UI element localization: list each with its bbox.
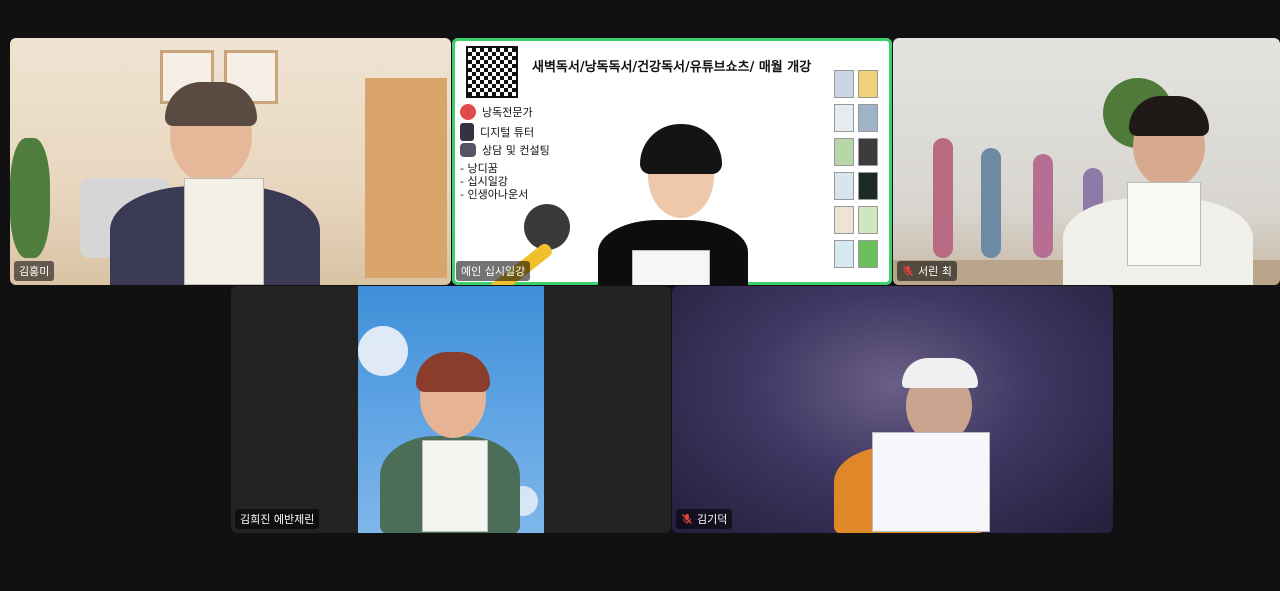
participant-name: 김홍미 xyxy=(19,265,50,278)
participant-hair xyxy=(640,124,722,174)
video-tile-kim-heejin[interactable]: 김희진 에반제린 xyxy=(231,286,671,533)
white-cap xyxy=(902,358,978,388)
muted-mic-icon xyxy=(903,266,913,276)
participant-name: 예인 십시일강 xyxy=(461,265,526,278)
reader-icon xyxy=(460,104,476,120)
participant-name: 김희진 에반제린 xyxy=(240,513,315,526)
participant-name: 김기덕 xyxy=(697,513,728,526)
video-tile-kim-hongmi[interactable]: 김홍미 xyxy=(10,38,451,285)
participant-name-tag: 예인 십시일강 xyxy=(456,261,531,281)
book-grid xyxy=(832,68,882,278)
qr-code-icon xyxy=(466,46,518,98)
video-tile-seorin-choi[interactable]: 서린 최 xyxy=(893,38,1280,285)
video-tile-yein[interactable]: 새벽독서/낭독독서/건강독서/유튜브쇼츠/ 매월 개강 낭독전문가 디지털 튜터… xyxy=(452,38,892,285)
held-notebook xyxy=(872,432,990,532)
held-book xyxy=(184,178,264,285)
slide-title: 새벽독서/낭독독서/건강독서/유튜브쇼츠/ 매월 개강 xyxy=(532,60,812,75)
slide-item-3: 상담 및 컨설팅 xyxy=(460,142,550,158)
held-notebook xyxy=(632,250,710,285)
handshake-icon xyxy=(460,143,476,157)
slide-item-2: 디지털 튜터 xyxy=(460,123,534,141)
video-feed xyxy=(358,286,544,533)
participant-name-tag: 김기덕 xyxy=(676,509,733,529)
participant-name: 서린 최 xyxy=(918,265,952,278)
tablet-icon xyxy=(460,123,474,141)
held-notebook xyxy=(1127,182,1201,266)
participant-name-tag: 김희진 에반제린 xyxy=(235,509,320,529)
participant-hair xyxy=(416,352,490,392)
slide-list: - 낭디꿈 - 십시일강 - 인생아나운서 xyxy=(460,162,529,201)
slide-item-1: 낭독전문가 xyxy=(460,104,533,120)
participant-name-tag: 김홍미 xyxy=(14,261,55,281)
video-tile-kim-gideok[interactable]: 김기덕 xyxy=(672,286,1113,533)
held-notebook xyxy=(422,440,488,532)
muted-mic-icon xyxy=(682,514,692,524)
participant-name-tag: 서린 최 xyxy=(897,261,957,281)
